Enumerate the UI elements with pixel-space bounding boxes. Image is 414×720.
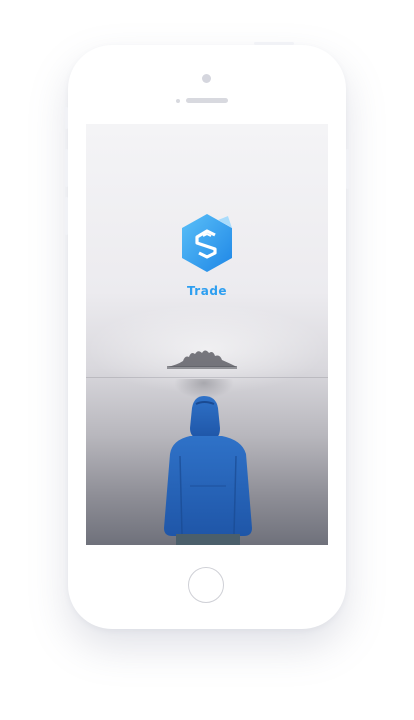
earpiece-speaker	[186, 98, 228, 103]
volume-down-button	[65, 197, 68, 235]
proximity-sensor	[176, 99, 180, 103]
hexagon-s-logo-icon	[182, 214, 232, 272]
phone-frame: Trade	[65, 42, 349, 629]
mockup-stage: Trade	[0, 0, 414, 720]
top-button	[254, 42, 294, 45]
silent-switch	[65, 107, 68, 129]
power-button	[346, 149, 349, 189]
app-name-label: Trade	[186, 284, 228, 298]
splash-screen: Trade	[86, 124, 328, 545]
volume-up-button	[65, 149, 68, 187]
front-camera-icon	[202, 74, 211, 83]
person-blue-jacket-image	[164, 396, 252, 545]
home-button[interactable]	[188, 567, 224, 603]
horizon-line	[86, 377, 328, 378]
island-trees-image	[167, 350, 237, 369]
